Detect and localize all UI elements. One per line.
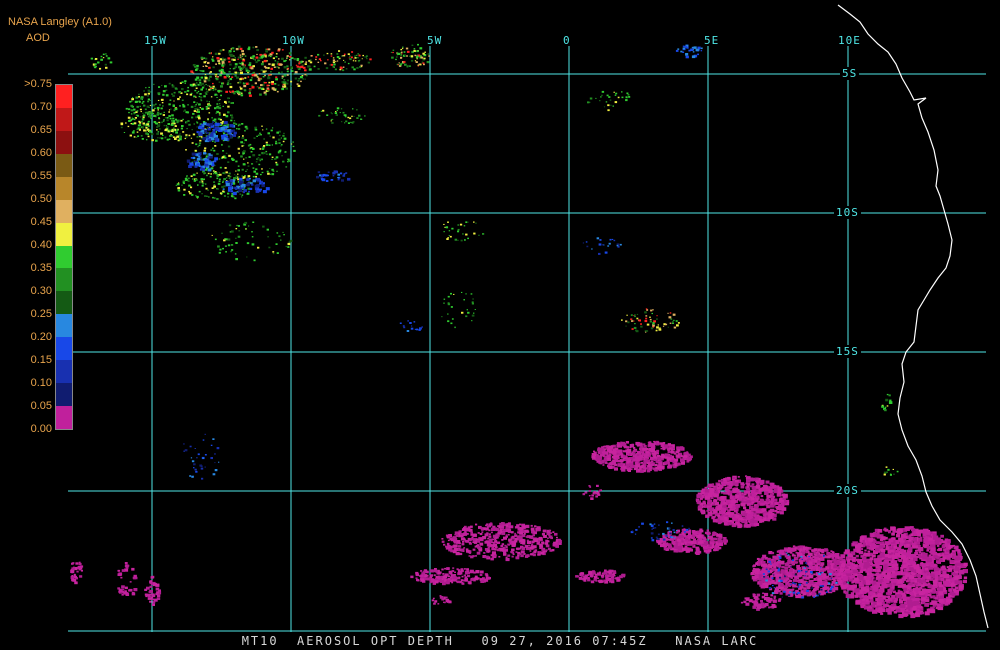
aerosol-retrieval-cluster — [695, 475, 790, 529]
aerosol-retrieval-cluster — [90, 53, 113, 70]
variable-label: AOD — [26, 32, 50, 44]
legend-swatch — [56, 107, 72, 132]
legend-swatch — [56, 291, 72, 315]
legend-tick-label: 0.10 — [30, 377, 52, 389]
aerosol-retrieval-cluster — [582, 484, 602, 500]
aerosol-retrieval-cluster — [211, 221, 293, 262]
legend-swatch — [56, 268, 72, 292]
legend-swatch — [56, 176, 72, 201]
aerosol-retrieval-cluster — [410, 567, 491, 586]
aerosol-retrieval-cluster — [441, 522, 562, 562]
legend-tick-label: 0.65 — [30, 124, 52, 136]
legend-swatch — [56, 130, 72, 155]
latitude-label: 5S — [840, 67, 860, 80]
aerosol-retrieval-cluster — [431, 595, 452, 605]
aerosol-retrieval-cluster — [582, 237, 622, 255]
aerosol-retrieval-cluster — [390, 43, 430, 68]
legend-swatch — [56, 199, 72, 224]
aerosol-retrieval-cluster — [186, 152, 218, 172]
legend-swatch — [56, 406, 72, 429]
aerosol-retrieval-cluster — [621, 308, 680, 333]
data-source-label: NASA Langley (A1.0) — [8, 16, 112, 28]
legend-tick-label: 0.35 — [30, 262, 52, 274]
aerosol-retrieval-cluster — [183, 433, 220, 480]
longitude-label: 5E — [704, 34, 720, 47]
aerosol-retrieval-cluster — [316, 170, 351, 182]
aerosol-retrieval-cluster — [443, 221, 485, 242]
legend-tick-label: 0.55 — [30, 170, 52, 182]
legend-tick-label: 0.70 — [30, 101, 52, 113]
legend-tick-label: 0.25 — [30, 308, 52, 320]
legend-tick-label: 0.50 — [30, 193, 52, 205]
aerosol-retrieval-cluster — [318, 107, 366, 124]
legend-tick-label: 0.60 — [30, 147, 52, 159]
aerosol-retrieval-cluster — [587, 90, 631, 112]
aerosol-retrieval-cluster — [656, 528, 728, 555]
aerosol-retrieval-cluster — [399, 320, 423, 332]
legend-tick-label: 0.30 — [30, 285, 52, 297]
legend-tick-label: 0.20 — [30, 331, 52, 343]
aerosol-retrieval-cluster — [750, 545, 853, 599]
legend-swatch — [56, 383, 72, 407]
longitude-label: 5W — [427, 34, 443, 47]
aerosol-retrieval-cluster — [302, 50, 372, 72]
aerosol-retrieval-cluster — [835, 526, 968, 619]
aerosol-retrieval-cluster — [70, 561, 84, 585]
aerosol-retrieval-cluster — [883, 466, 899, 476]
aerosol-retrieval-cluster — [222, 177, 270, 196]
legend-swatch — [56, 222, 72, 247]
legend-swatch — [56, 337, 72, 361]
legend-tick-label: 0.05 — [30, 400, 52, 412]
legend-color-bar — [55, 84, 73, 430]
legend-swatch — [56, 153, 72, 178]
aerosol-retrieval-cluster — [441, 291, 476, 329]
lat-lon-grid — [68, 46, 986, 632]
aerosol-retrieval-cluster — [881, 393, 893, 412]
legend-tick-label: 0.40 — [30, 239, 52, 251]
aerosol-retrieval-cluster — [144, 575, 162, 606]
legend-tick-label: 0.45 — [30, 216, 52, 228]
legend-tick-label: 0.00 — [30, 423, 52, 435]
legend-swatch — [56, 85, 72, 109]
aerosol-retrieval-cluster — [575, 569, 626, 584]
image-caption: MT10 AEROSOL OPT DEPTH 09 27, 2016 07:45… — [241, 634, 759, 648]
longitude-label: 0 — [563, 34, 571, 47]
aerosol-retrieval-cluster — [675, 44, 703, 59]
legend-swatch — [56, 360, 72, 384]
aerosol-retrieval-cluster — [591, 440, 693, 473]
legend-swatch — [56, 245, 72, 269]
aerosol-retrieval-cluster — [117, 562, 138, 596]
latitude-label: 15S — [834, 345, 861, 358]
aerosol-data-layer — [70, 43, 968, 619]
map-canvas — [68, 4, 989, 632]
legend-tick-label: >0.75 — [24, 78, 52, 90]
legend-swatch — [56, 314, 72, 338]
longitude-label: 15W — [144, 34, 167, 47]
longitude-label: 10E — [838, 34, 861, 47]
latitude-label: 20S — [834, 484, 861, 497]
legend-tick-label: 0.15 — [30, 354, 52, 366]
aerosol-retrieval-cluster — [125, 80, 234, 142]
longitude-label: 10W — [282, 34, 305, 47]
aerosol-retrieval-cluster — [740, 592, 782, 611]
latitude-label: 10S — [834, 206, 861, 219]
